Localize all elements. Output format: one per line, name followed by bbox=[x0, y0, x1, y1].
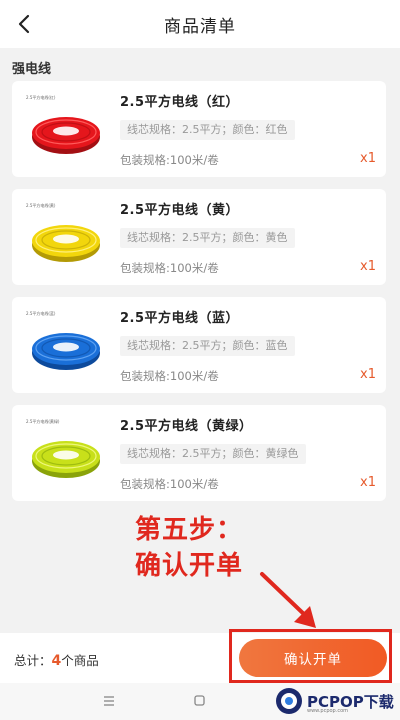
product-card[interactable]: 2.5平方电线(黄绿) 2.5平方电线（黄绿） 线芯规格：2.5平方；颜色：黄绿… bbox=[12, 405, 386, 501]
thumb-caption: 2.5平方电线(黄) bbox=[26, 203, 56, 208]
thumb-caption: 2.5平方电线(红) bbox=[26, 95, 56, 100]
pcpop-logo-icon bbox=[276, 688, 302, 714]
quantity-label: x1 bbox=[360, 367, 376, 382]
watermark: PCPOP下载 www.pcpop.com bbox=[274, 685, 398, 717]
back-arrow-icon[interactable] bbox=[14, 13, 36, 35]
wire-coil-image bbox=[18, 415, 110, 491]
quantity-label: x1 bbox=[360, 259, 376, 274]
total-suffix: 个商品 bbox=[61, 653, 99, 668]
section-title: 强电线 bbox=[12, 62, 52, 77]
page-title: 商品清单 bbox=[164, 16, 236, 37]
spec-tag: 线芯规格：2.5平方；颜色：黄绿色 bbox=[120, 444, 306, 464]
menu-icon[interactable] bbox=[103, 695, 115, 707]
product-card[interactable]: 2.5平方电线(红) 2.5平方电线（红） 线芯规格：2.5平方；颜色：红色 包… bbox=[12, 81, 386, 177]
quantity-label: x1 bbox=[360, 151, 376, 166]
package-spec: 包装规格:100米/卷 bbox=[120, 153, 219, 167]
annotation-line-1: 第五步： bbox=[135, 515, 244, 545]
product-name: 2.5平方电线（黄绿） bbox=[120, 419, 253, 434]
annotation-line-2: 确认开单 bbox=[135, 551, 244, 581]
confirm-order-button[interactable]: 确认开单 bbox=[239, 639, 387, 677]
wire-coil-image bbox=[18, 91, 110, 167]
step-annotation: 第五步： 确认开单 bbox=[135, 512, 243, 584]
spec-tag: 线芯规格：2.5平方；颜色：黄色 bbox=[120, 228, 295, 248]
home-icon[interactable] bbox=[194, 695, 205, 706]
wire-coil-image bbox=[18, 307, 110, 383]
total-summary: 总计：4个商品 bbox=[14, 650, 99, 669]
package-spec: 包装规格:100米/卷 bbox=[120, 261, 219, 275]
total-prefix: 总计： bbox=[14, 653, 52, 668]
product-name: 2.5平方电线（黄） bbox=[120, 203, 240, 218]
total-count: 4 bbox=[51, 653, 62, 669]
product-name: 2.5平方电线（蓝） bbox=[120, 311, 240, 326]
annotation-arrow-icon bbox=[260, 572, 316, 628]
quantity-label: x1 bbox=[360, 475, 376, 490]
product-name: 2.5平方电线（红） bbox=[120, 95, 240, 110]
spec-tag: 线芯规格：2.5平方；颜色：红色 bbox=[120, 120, 295, 140]
wire-coil-image bbox=[18, 199, 110, 275]
product-card[interactable]: 2.5平方电线(黄) 2.5平方电线（黄） 线芯规格：2.5平方；颜色：黄色 包… bbox=[12, 189, 386, 285]
package-spec: 包装规格:100米/卷 bbox=[120, 477, 219, 491]
product-card[interactable]: 2.5平方电线(蓝) 2.5平方电线（蓝） 线芯规格：2.5平方；颜色：蓝色 包… bbox=[12, 297, 386, 393]
spec-tag: 线芯规格：2.5平方；颜色：蓝色 bbox=[120, 336, 295, 356]
watermark-url: www.pcpop.com bbox=[307, 708, 348, 714]
header-bar: 商品清单 bbox=[0, 0, 400, 48]
thumb-caption: 2.5平方电线(黄绿) bbox=[26, 419, 60, 424]
thumb-caption: 2.5平方电线(蓝) bbox=[26, 311, 56, 316]
package-spec: 包装规格:100米/卷 bbox=[120, 369, 219, 383]
